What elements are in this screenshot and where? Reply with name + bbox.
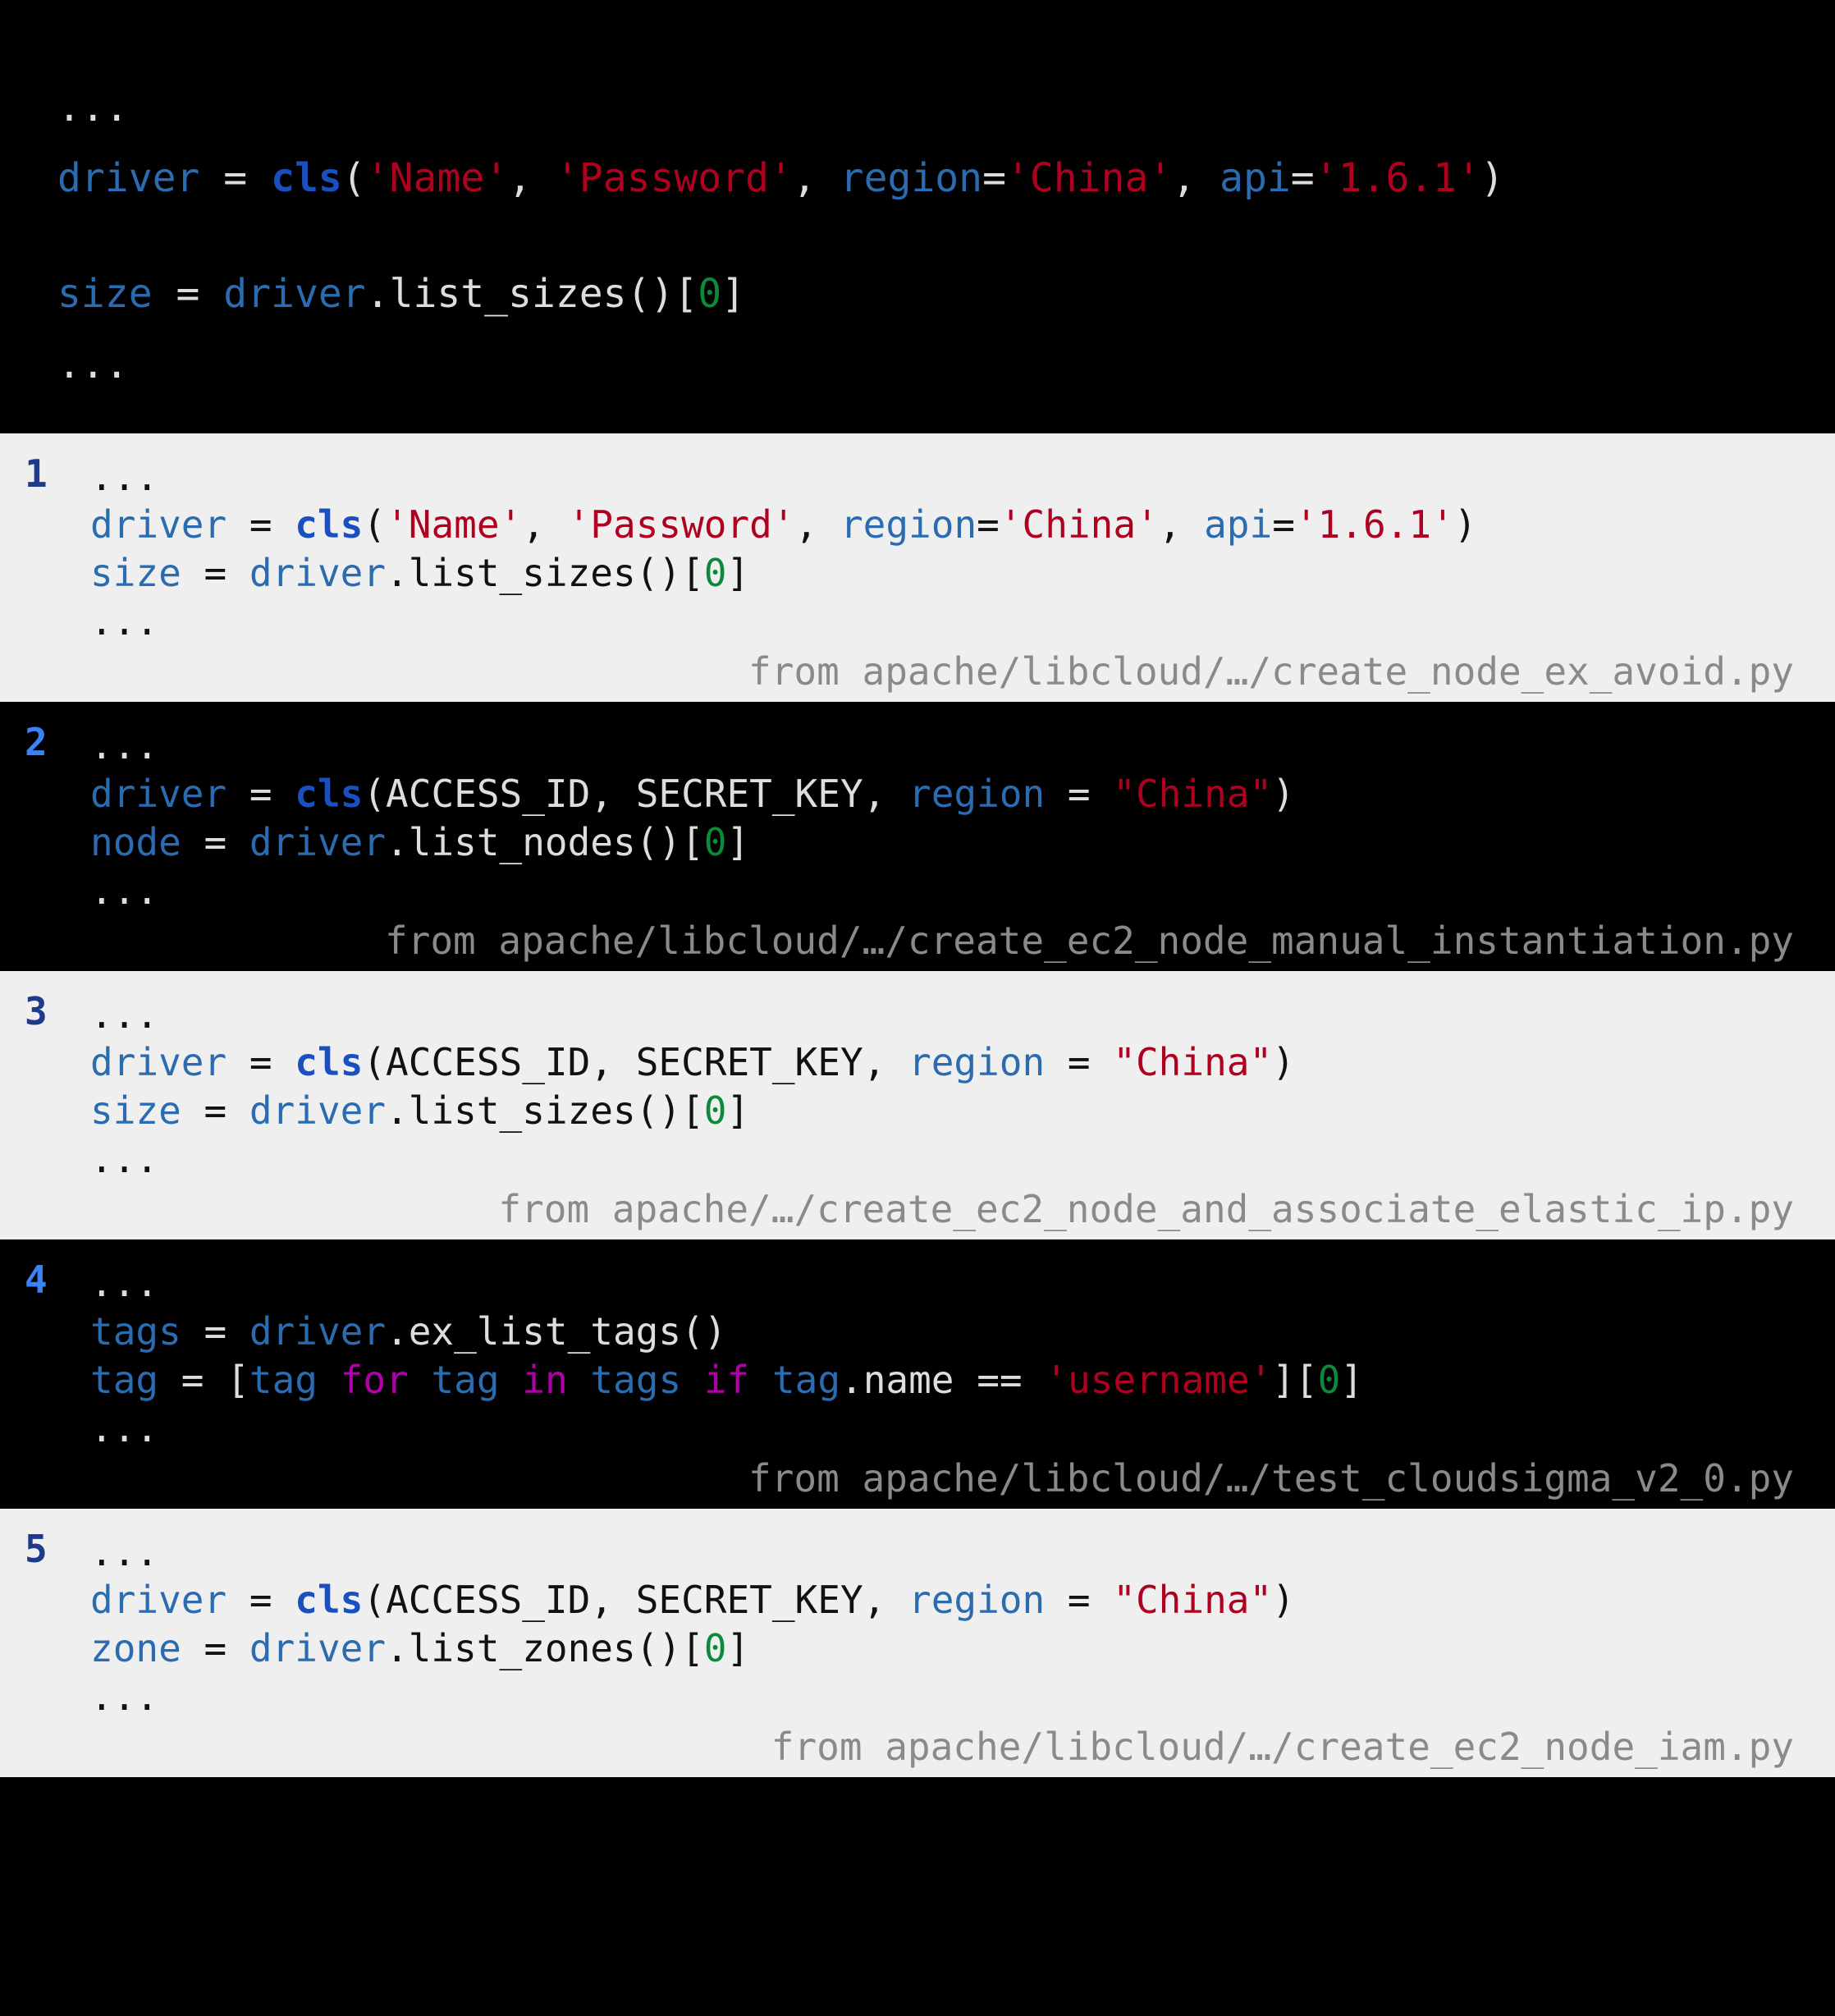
- query-code-line3: ...: [57, 329, 1778, 400]
- query-code: ... driver = cls('Name', 'Password', reg…: [57, 72, 1778, 214]
- query-block: ... driver = cls('Name', 'Password', reg…: [0, 0, 1835, 433]
- code-line: ...: [90, 598, 1794, 646]
- code-line: ...: [90, 1673, 1794, 1721]
- search-result: 1...driver = cls('Name', 'Password', reg…: [0, 433, 1835, 703]
- code-line: driver = cls(ACCESS_ID, SECRET_KEY, regi…: [90, 1576, 1794, 1624]
- search-result: 4...tags = driver.ex_list_tags()tag = [t…: [0, 1239, 1835, 1509]
- code-line: node = driver.list_nodes()[0]: [90, 818, 1794, 867]
- result-index: 3: [25, 989, 48, 1033]
- result-code: ...tags = driver.ex_list_tags()tag = [ta…: [25, 1259, 1794, 1453]
- result-source: from apache/libcloud/…/create_ec2_node_i…: [25, 1721, 1794, 1769]
- code-line: size = driver.list_sizes()[0]: [90, 1087, 1794, 1135]
- result-index: 2: [25, 720, 48, 764]
- code-line: ...: [90, 722, 1794, 770]
- code-line: ...: [90, 991, 1794, 1039]
- result-code: ...driver = cls(ACCESS_ID, SECRET_KEY, r…: [25, 991, 1794, 1184]
- code-line: size = driver.list_sizes()[0]: [90, 549, 1794, 598]
- result-index: 5: [25, 1527, 48, 1571]
- search-result: 2...driver = cls(ACCESS_ID, SECRET_KEY, …: [0, 702, 1835, 971]
- result-code: ...driver = cls('Name', 'Password', regi…: [25, 453, 1794, 647]
- code-line: ...: [90, 1135, 1794, 1184]
- code-line: driver = cls(ACCESS_ID, SECRET_KEY, regi…: [90, 770, 1794, 818]
- code-line: ...: [90, 1404, 1794, 1453]
- result-index: 4: [25, 1258, 48, 1302]
- code-line: tag = [tag for tag in tags if tag.name =…: [90, 1356, 1794, 1404]
- result-source: from apache/libcloud/…/create_node_ex_av…: [25, 646, 1794, 694]
- result-source: from apache/libcloud/…/create_ec2_node_m…: [25, 915, 1794, 963]
- code-search-figure: ... driver = cls('Name', 'Password', reg…: [0, 0, 1835, 2016]
- code-line: zone = driver.list_zones()[0]: [90, 1624, 1794, 1673]
- code-line: ...: [90, 1528, 1794, 1577]
- results-list: 1...driver = cls('Name', 'Password', reg…: [0, 433, 1835, 1778]
- query-code-line2: size = driver.list_sizes()[0]: [57, 259, 1778, 329]
- code-line: ...: [90, 1259, 1794, 1308]
- code-line: tags = driver.ex_list_tags(): [90, 1308, 1794, 1356]
- code-line: ...: [90, 453, 1794, 502]
- search-result: 3...driver = cls(ACCESS_ID, SECRET_KEY, …: [0, 971, 1835, 1240]
- result-index: 1: [25, 451, 48, 496]
- search-result: 5...driver = cls(ACCESS_ID, SECRET_KEY, …: [0, 1509, 1835, 1778]
- result-code: ...driver = cls(ACCESS_ID, SECRET_KEY, r…: [25, 1528, 1794, 1722]
- code-line: driver = cls('Name', 'Password', region=…: [90, 501, 1794, 549]
- code-line: ...: [90, 867, 1794, 915]
- code-line: driver = cls(ACCESS_ID, SECRET_KEY, regi…: [90, 1038, 1794, 1087]
- result-source: from apache/…/create_ec2_node_and_associ…: [25, 1184, 1794, 1231]
- result-source: from apache/libcloud/…/test_cloudsigma_v…: [25, 1453, 1794, 1501]
- result-code: ...driver = cls(ACCESS_ID, SECRET_KEY, r…: [25, 722, 1794, 915]
